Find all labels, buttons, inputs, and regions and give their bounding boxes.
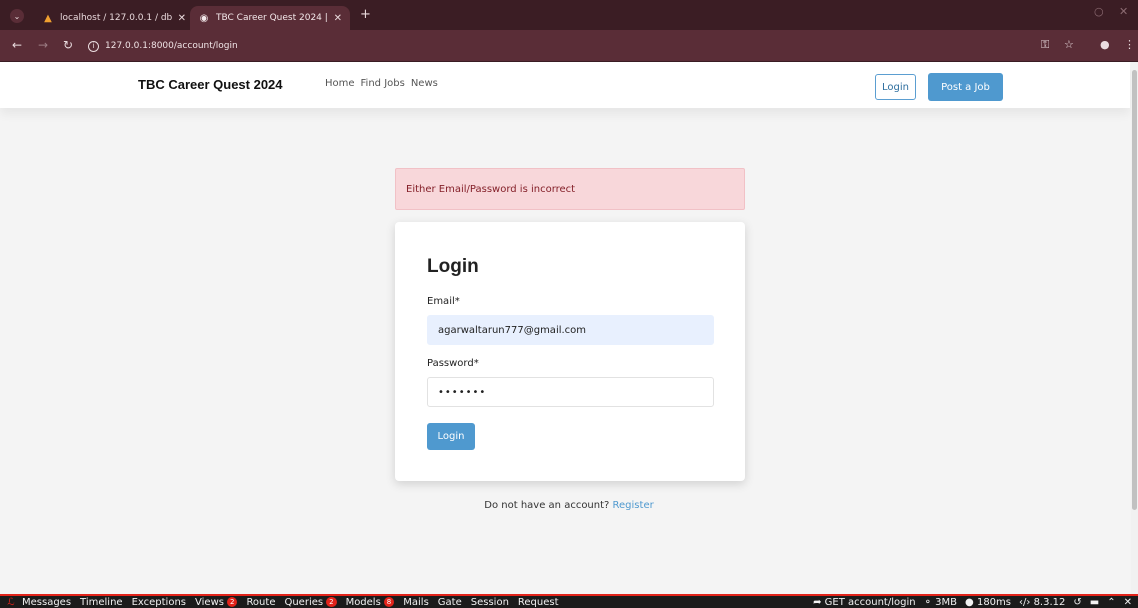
login-submit-button[interactable]: Login xyxy=(427,423,475,450)
new-tab-icon[interactable]: + xyxy=(360,7,371,22)
share-arrow-icon: ➦ xyxy=(813,596,822,608)
debug-tab-label: Mails xyxy=(403,596,429,608)
email-label: Email* xyxy=(427,296,460,307)
time-text: 180ms xyxy=(976,596,1011,608)
close-tab-icon[interactable]: ✕ xyxy=(334,13,342,24)
site-brand[interactable]: TBC Career Quest 2024 xyxy=(138,77,283,92)
time-indicator[interactable]: ● 180ms xyxy=(965,597,1011,608)
login-title: Login xyxy=(427,256,479,277)
memory-icon: ⚬ xyxy=(923,596,932,608)
debug-tab-label: Request xyxy=(517,596,559,608)
debugbar-stats: ➦ GET account/login ⚬ 3MB ● 180ms ‹/› 8.… xyxy=(813,596,1132,608)
debug-tab-views[interactable]: Views 2 xyxy=(195,596,238,608)
nav-link-home[interactable]: Home xyxy=(325,78,355,89)
debug-tab-label: Timeline xyxy=(80,596,123,608)
nav-link-find-jobs[interactable]: Find Jobs xyxy=(361,78,405,89)
debug-tab-label: Models xyxy=(345,596,381,608)
debug-tab-timeline[interactable]: Timeline xyxy=(80,597,123,608)
minimize-icon[interactable]: ○ xyxy=(1094,5,1104,18)
forward-icon[interactable]: → xyxy=(38,38,48,52)
browser-tab-active[interactable]: ◉ TBC Career Quest 2024 | Find B ✕ xyxy=(190,6,350,30)
folder-icon[interactable]: ▬ xyxy=(1090,597,1099,608)
debug-tab-label: Session xyxy=(470,596,509,608)
count-badge: 8 xyxy=(383,597,395,607)
memory-text: 3MB xyxy=(935,596,958,608)
browser-tabstrip: ⌄ ▲ localhost / 127.0.0.1 / db_job_p ✕ ◉… xyxy=(0,0,1138,30)
back-icon[interactable]: ← xyxy=(12,38,22,52)
scrollbar-thumb[interactable] xyxy=(1132,70,1137,510)
debug-tab-route[interactable]: Route xyxy=(246,597,275,608)
debug-tab-request[interactable]: Request xyxy=(518,597,559,608)
profile-avatar-icon[interactable]: ● xyxy=(1100,38,1110,51)
debug-tab-mails[interactable]: Mails xyxy=(403,597,429,608)
login-card: Login Email* Password* Login xyxy=(395,222,745,481)
kebab-menu-icon[interactable]: ⋮ xyxy=(1124,38,1135,51)
bookmark-star-icon[interactable]: ☆ xyxy=(1064,38,1074,51)
php-version-indicator: ‹/› 8.3.12 xyxy=(1019,597,1065,608)
memory-indicator[interactable]: ⚬ 3MB xyxy=(924,597,957,608)
nav-link-news[interactable]: News xyxy=(411,78,438,89)
debug-tab-label: Queries xyxy=(284,596,324,608)
phpmyadmin-icon: ▲ xyxy=(44,12,52,24)
debug-tab-label: Gate xyxy=(437,596,462,608)
url-text: 127.0.0.1:8000/account/login xyxy=(105,41,238,51)
error-message: Either Email/Password is incorrect xyxy=(406,183,576,195)
tab-search-icon[interactable]: ⌄ xyxy=(10,9,24,23)
register-prompt-text: Do not have an account? xyxy=(484,500,610,511)
error-alert: Either Email/Password is incorrect xyxy=(395,168,745,210)
clock-icon: ● xyxy=(965,596,974,608)
history-icon[interactable]: ↺ xyxy=(1073,597,1081,608)
debug-tab-session[interactable]: Session xyxy=(471,597,509,608)
password-field[interactable] xyxy=(427,377,714,407)
reload-icon[interactable]: ↻ xyxy=(63,38,73,52)
debug-tab-queries[interactable]: Queries 2 xyxy=(284,596,337,608)
site-info-icon[interactable]: i xyxy=(88,40,99,52)
url-field[interactable]: i 127.0.0.1:8000/account/login xyxy=(88,35,858,57)
debugbar: ℒ Messages Timeline Exceptions Views 2 Ro… xyxy=(0,594,1138,608)
register-link[interactable]: Register xyxy=(613,500,654,511)
collapse-up-icon[interactable]: ⌃ xyxy=(1107,597,1115,608)
window-close-icon[interactable]: ✕ xyxy=(1119,5,1128,18)
debug-tab-label: Route xyxy=(246,596,276,608)
count-badge: 2 xyxy=(326,597,337,607)
laravel-logo-icon[interactable]: ℒ xyxy=(0,597,22,608)
debug-tab-label: Messages xyxy=(22,596,72,608)
debug-tab-exceptions[interactable]: Exceptions xyxy=(132,597,186,608)
debug-tab-label: Exceptions xyxy=(131,596,187,608)
tab-title: localhost / 127.0.0.1 / db_job_p xyxy=(60,13,172,23)
email-field[interactable] xyxy=(427,315,714,345)
browser-tab-phpmyadmin[interactable]: ▲ localhost / 127.0.0.1 / db_job_p ✕ xyxy=(34,6,194,30)
debug-tab-label: Views xyxy=(195,596,224,608)
php-version-text: 8.3.12 xyxy=(1033,596,1066,608)
request-indicator[interactable]: ➦ GET account/login xyxy=(813,597,916,608)
post-job-button[interactable]: Post a Job xyxy=(928,73,1003,101)
globe-icon: ◉ xyxy=(199,12,209,24)
nav-links: Home Find Jobs News xyxy=(325,78,438,89)
code-icon: ‹/› xyxy=(1019,596,1031,608)
debug-tab-messages[interactable]: Messages xyxy=(22,597,71,608)
debug-tab-gate[interactable]: Gate xyxy=(438,597,462,608)
screen: ⌄ ▲ localhost / 127.0.0.1 / db_job_p ✕ ◉… xyxy=(0,0,1138,608)
password-key-icon[interactable]: ⚿ xyxy=(1041,38,1049,52)
close-tab-icon[interactable]: ✕ xyxy=(178,13,186,24)
close-debugbar-icon[interactable]: ✕ xyxy=(1124,597,1132,608)
address-bar-row: ← → ↻ i 127.0.0.1:8000/account/login ⚿ ☆… xyxy=(0,30,1138,62)
count-badge: 2 xyxy=(226,597,238,607)
tab-title: TBC Career Quest 2024 | Find B xyxy=(216,13,328,23)
request-text: GET account/login xyxy=(824,596,916,608)
page-scrollbar[interactable] xyxy=(1131,62,1138,594)
login-nav-button[interactable]: Login xyxy=(875,74,916,100)
debug-tab-models[interactable]: Models 8 xyxy=(346,597,395,608)
password-label: Password* xyxy=(427,358,479,369)
register-prompt: Do not have an account? Register xyxy=(0,500,1138,511)
site-navbar: TBC Career Quest 2024 Home Find Jobs New… xyxy=(0,62,1130,108)
